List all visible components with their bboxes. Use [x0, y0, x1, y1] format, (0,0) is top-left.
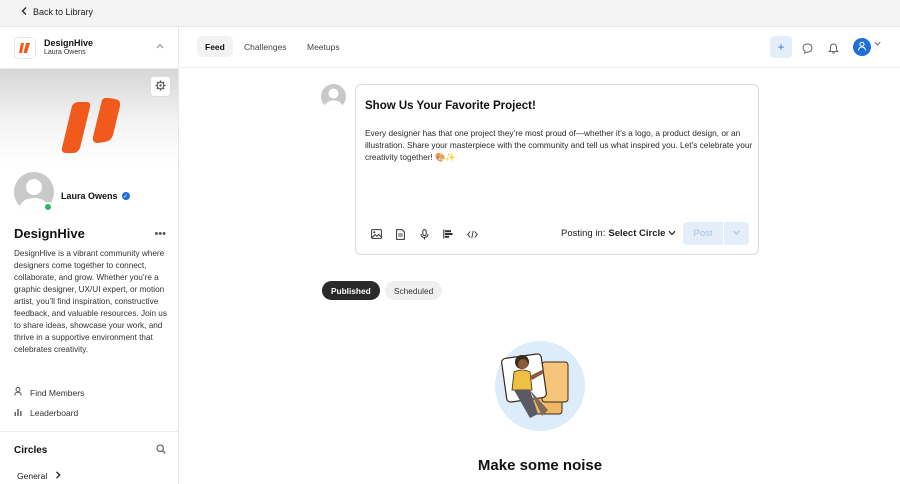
sidebar-item-label: Leaderboard	[30, 408, 79, 418]
owner-name[interactable]: Laura Owens ✓	[61, 191, 130, 201]
microphone-icon[interactable]	[418, 228, 430, 240]
bell-icon[interactable]	[828, 41, 839, 59]
chevron-left-icon	[21, 7, 27, 17]
circles-title: Circles	[14, 444, 48, 456]
community-name: DesignHive	[44, 38, 94, 48]
community-title-row: DesignHive •••	[14, 226, 166, 241]
circle-selector[interactable]: Posting in: Select Circle	[561, 228, 676, 239]
user-avatar[interactable]	[853, 38, 871, 56]
online-status-indicator	[43, 202, 53, 212]
verified-badge-icon: ✓	[121, 192, 130, 200]
post-button[interactable]: Post	[683, 222, 723, 245]
more-options-icon[interactable]: •••	[154, 228, 166, 240]
empty-state-title: Make some noise	[477, 457, 603, 474]
sidebar-item-label: Find Members	[30, 387, 85, 398]
back-to-library-link[interactable]: Back to Library	[21, 7, 93, 17]
search-icon[interactable]	[156, 441, 166, 459]
composer-title[interactable]: Show Us Your Favorite Project!	[365, 100, 536, 112]
person-icon	[14, 387, 22, 398]
empty-state-illustration	[492, 340, 588, 441]
chevron-up-icon[interactable]	[156, 42, 164, 51]
plus-icon: +	[777, 40, 785, 54]
tab-meetups[interactable]: Meetups	[299, 36, 348, 57]
sidebar-item-leaderboard[interactable]: Leaderboard	[14, 408, 78, 418]
community-user: Laura Owens	[44, 49, 86, 56]
circle-item-label: General	[17, 471, 48, 481]
chevron-down-icon[interactable]	[874, 41, 881, 48]
poll-icon[interactable]	[442, 228, 454, 240]
tab-challenges[interactable]: Challenges	[236, 36, 295, 57]
composer-avatar	[321, 84, 346, 109]
image-icon[interactable]	[370, 228, 382, 240]
community-title: DesignHive	[14, 226, 85, 241]
posting-in-value: Select Circle	[608, 228, 666, 239]
chevron-down-icon	[733, 230, 740, 237]
top-bar: Back to Library	[0, 0, 900, 27]
create-post-button[interactable]: +	[770, 36, 792, 58]
community-description: DesignHive is a vibrant community where …	[14, 249, 167, 354]
post-options-button[interactable]	[723, 222, 749, 245]
filter-published[interactable]: Published	[322, 281, 380, 300]
circle-item-general[interactable]: General	[17, 471, 61, 481]
gear-icon	[155, 78, 166, 96]
document-icon[interactable]	[394, 228, 406, 240]
code-icon[interactable]	[466, 228, 478, 240]
back-label: Back to Library	[33, 7, 94, 17]
sidebar: DesignHive Laura Owens Laura Owens ✓ Des…	[0, 27, 179, 484]
post-composer[interactable]: Show Us Your Favorite Project! Every des…	[355, 84, 759, 255]
community-switcher[interactable]: DesignHive Laura Owens	[0, 27, 178, 69]
settings-button[interactable]	[150, 76, 171, 97]
tab-feed[interactable]: Feed	[197, 36, 233, 57]
bar-chart-icon	[14, 408, 22, 418]
sidebar-divider	[0, 431, 178, 432]
posting-in-label: Posting in:	[561, 228, 606, 239]
main-header: Feed Challenges Meetups +	[180, 27, 900, 68]
composer-body[interactable]: Every designer has that one project they…	[365, 127, 753, 163]
composer-toolbar	[370, 228, 478, 240]
owner-name-label: Laura Owens	[61, 191, 118, 201]
circles-header: Circles	[14, 441, 166, 459]
community-logo	[14, 37, 36, 59]
user-icon	[857, 38, 867, 56]
chat-icon[interactable]	[802, 41, 813, 59]
filter-scheduled[interactable]: Scheduled	[385, 281, 443, 300]
sidebar-item-find-members[interactable]: Find Members	[14, 387, 84, 398]
community-brand-mark	[60, 97, 122, 161]
chevron-right-icon	[55, 471, 61, 481]
chevron-down-icon	[668, 228, 676, 239]
